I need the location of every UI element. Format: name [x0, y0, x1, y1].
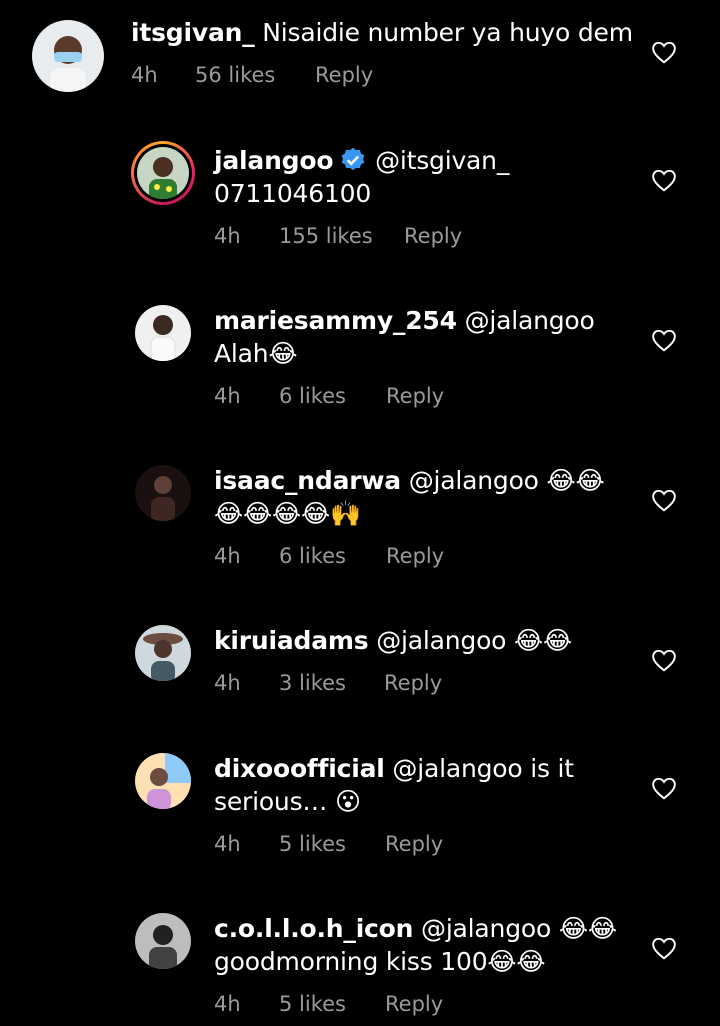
comment-colloh-icon: c.o.l.l.o.h_icon @jalangoo 😂😂 goodmornin…: [0, 898, 720, 1026]
like-count[interactable]: 56 likes: [195, 63, 315, 87]
like-count[interactable]: 5 likes: [279, 992, 385, 1016]
comment-meta: 4h 3 likes Reply: [214, 671, 442, 695]
mention[interactable]: @jalangoo: [421, 914, 551, 943]
like-count[interactable]: 5 likes: [279, 832, 385, 856]
comment-jalangoo: jalangoo @itsgivan_ 0711046100 4h 155 li…: [0, 130, 720, 270]
username[interactable]: jalangoo: [214, 146, 334, 175]
comment-body: mariesammy_254 @jalangoo Alah😂: [214, 304, 595, 370]
timestamp: 4h: [214, 544, 241, 568]
reply-button[interactable]: Reply: [315, 63, 373, 87]
comment-text: Alah😂: [214, 339, 298, 368]
like-count[interactable]: 155 likes: [279, 224, 404, 248]
comment-dixooofficial: dixooofficial @jalangoo is it serious… 😮…: [0, 738, 720, 878]
reply-button[interactable]: Reply: [386, 384, 444, 408]
comment-text-continued: serious… 😮: [214, 787, 361, 816]
username[interactable]: c.o.l.l.o.h_icon: [214, 914, 413, 943]
heart-outline-icon[interactable]: [651, 488, 677, 512]
reply-button[interactable]: Reply: [385, 832, 443, 856]
verified-badge-icon: [341, 147, 365, 171]
mention[interactable]: @jalangoo: [376, 626, 506, 655]
comment-kiruiadams: kiruiadams @jalangoo 😂😂 4h 3 likes Reply: [0, 610, 720, 720]
avatar[interactable]: [135, 465, 191, 521]
heart-outline-icon[interactable]: [651, 648, 677, 672]
comment-text: 😂😂: [558, 914, 617, 943]
heart-outline-icon[interactable]: [651, 168, 677, 192]
comment-meta: 4h 56 likes Reply: [131, 63, 373, 87]
avatar[interactable]: [135, 753, 191, 809]
comment-body: jalangoo @itsgivan_ 0711046100: [214, 144, 509, 210]
comment-itsgivan: itsgivan_ Nisaidie number ya huyo dem 4h…: [0, 0, 720, 120]
username[interactable]: kiruiadams: [214, 626, 369, 655]
comment-meta: 4h 155 likes Reply: [214, 224, 462, 248]
comment-body: itsgivan_ Nisaidie number ya huyo dem: [131, 16, 633, 49]
comment-text: 😂😂: [514, 626, 573, 655]
reply-button[interactable]: Reply: [384, 671, 442, 695]
avatar[interactable]: [137, 147, 189, 199]
timestamp: 4h: [214, 671, 241, 695]
timestamp: 4h: [214, 992, 241, 1016]
comment-meta: 4h 5 likes Reply: [214, 832, 443, 856]
comment-text: 😂😂: [546, 466, 605, 495]
comment-text-continued: 😂😂😂😂🙌: [214, 499, 361, 528]
reply-button[interactable]: Reply: [385, 992, 443, 1016]
username[interactable]: mariesammy_254: [214, 306, 457, 335]
comment-body: kiruiadams @jalangoo 😂😂: [214, 624, 572, 657]
heart-outline-icon[interactable]: [651, 40, 677, 64]
comment-meta: 4h 6 likes Reply: [214, 544, 444, 568]
comment-text: is it: [530, 754, 574, 783]
mention[interactable]: @jalangoo: [392, 754, 522, 783]
mention[interactable]: @jalangoo: [465, 306, 595, 335]
comment-meta: 4h 5 likes Reply: [214, 992, 443, 1016]
comment-meta: 4h 6 likes Reply: [214, 384, 444, 408]
timestamp: 4h: [214, 384, 241, 408]
username[interactable]: itsgivan_: [131, 18, 255, 47]
reply-button[interactable]: Reply: [386, 544, 444, 568]
comment-text: Nisaidie number ya huyo dem: [262, 18, 633, 47]
like-count[interactable]: 3 likes: [279, 671, 384, 695]
like-count[interactable]: 6 likes: [279, 544, 386, 568]
mention[interactable]: @jalangoo: [409, 466, 539, 495]
comment-text: 0711046100: [214, 179, 372, 208]
username[interactable]: dixooofficial: [214, 754, 385, 783]
comment-body: isaac_ndarwa @jalangoo 😂😂 😂😂😂😂🙌: [214, 464, 605, 530]
username[interactable]: isaac_ndarwa: [214, 466, 401, 495]
story-ring[interactable]: [131, 141, 195, 205]
comment-body: c.o.l.l.o.h_icon @jalangoo 😂😂 goodmornin…: [214, 912, 617, 978]
heart-outline-icon[interactable]: [651, 328, 677, 352]
like-count[interactable]: 6 likes: [279, 384, 386, 408]
comment-mariesammy: mariesammy_254 @jalangoo Alah😂 4h 6 like…: [0, 290, 720, 430]
avatar[interactable]: [32, 20, 104, 92]
heart-outline-icon[interactable]: [651, 776, 677, 800]
timestamp: 4h: [214, 224, 241, 248]
timestamp: 4h: [131, 63, 158, 87]
comment-isaac-ndarwa: isaac_ndarwa @jalangoo 😂😂 😂😂😂😂🙌 4h 6 lik…: [0, 450, 720, 590]
mention[interactable]: @itsgivan_: [375, 146, 509, 175]
comment-body: dixooofficial @jalangoo is it serious… 😮: [214, 752, 574, 818]
timestamp: 4h: [214, 832, 241, 856]
avatar[interactable]: [135, 913, 191, 969]
avatar[interactable]: [135, 625, 191, 681]
heart-outline-icon[interactable]: [651, 936, 677, 960]
avatar[interactable]: [135, 305, 191, 361]
reply-button[interactable]: Reply: [404, 224, 462, 248]
comment-text-continued: goodmorning kiss 100😂😂: [214, 947, 546, 976]
